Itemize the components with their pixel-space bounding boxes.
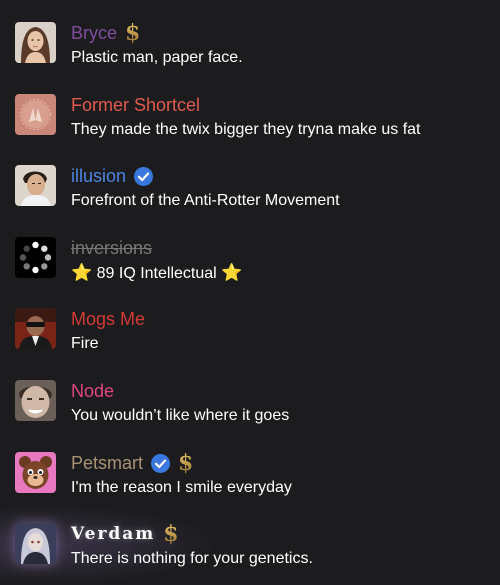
user-bio: Plastic man, paper face. — [71, 49, 243, 66]
avatar[interactable] — [15, 22, 56, 63]
verified-check-icon — [134, 166, 154, 186]
avatar[interactable] — [15, 237, 56, 278]
user-bio-text: 89 IQ Intellectual — [96, 265, 217, 282]
user-name[interactable]: Former Shortcel — [71, 93, 200, 117]
user-row-node[interactable]: Node You wouldn’t like where it goes — [0, 380, 500, 452]
name-line: inversions — [71, 235, 152, 261]
user-bio: ⭐ 89 IQ Intellectual ⭐ — [71, 263, 242, 284]
user-bio: Forefront of the Anti-Rotter Movement — [71, 192, 340, 209]
user-row-petsmart[interactable]: Petsmart $ I'm the reason I smile everyd… — [0, 450, 500, 524]
user-row-illusion[interactable]: illusion Forefront of the Anti-Rotter Mo… — [0, 165, 500, 237]
user-name[interactable]: illusion — [71, 164, 126, 188]
name-line: Verdam $ — [71, 521, 179, 547]
avatar[interactable] — [15, 165, 56, 206]
name-line: illusion — [71, 163, 154, 189]
avatar[interactable] — [15, 523, 56, 564]
name-line: Petsmart $ — [71, 450, 193, 476]
user-name[interactable]: Petsmart — [71, 451, 143, 475]
user-row-mogs-me[interactable]: Mogs Me Fire — [0, 308, 500, 380]
user-bio: You wouldn’t like where it goes — [71, 407, 290, 424]
name-line: Bryce $ — [71, 20, 140, 46]
verified-check-icon — [151, 453, 171, 473]
name-line: Former Shortcel — [71, 92, 200, 118]
dollar-sign-icon: $ — [178, 450, 194, 476]
avatar[interactable] — [15, 308, 56, 349]
user-row-bryce[interactable]: Bryce $ Plastic man, paper face. — [0, 20, 500, 94]
user-name[interactable]: Mogs Me — [71, 307, 145, 331]
user-row-verdam[interactable]: Verdam $ There is nothing for your genet… — [0, 521, 500, 585]
star-icon: ⭐ — [221, 263, 243, 282]
dollar-sign-icon: $ — [125, 20, 141, 46]
user-bio: There is nothing for your genetics. — [71, 550, 313, 567]
user-name[interactable]: Verdam — [71, 522, 155, 546]
user-row-former-shortcel[interactable]: Former Shortcel They made the twix bigge… — [0, 94, 500, 166]
avatar[interactable] — [15, 380, 56, 421]
name-line: Mogs Me — [71, 306, 145, 332]
user-list: Bryce $ Plastic man, paper face. Former … — [0, 0, 500, 585]
avatar[interactable] — [15, 94, 56, 135]
star-icon: ⭐ — [71, 263, 93, 282]
user-name[interactable]: Node — [71, 379, 114, 403]
dollar-sign-icon: $ — [163, 521, 179, 547]
user-bio: I'm the reason I smile everyday — [71, 479, 292, 496]
user-name[interactable]: Bryce — [71, 21, 117, 45]
user-row-inversions[interactable]: inversions ⭐ 89 IQ Intellectual ⭐ — [0, 237, 500, 309]
user-name[interactable]: inversions — [71, 236, 152, 260]
user-bio: Fire — [71, 335, 99, 352]
avatar[interactable] — [15, 452, 56, 493]
name-line: Node — [71, 378, 114, 404]
user-bio: They made the twix bigger they tryna mak… — [71, 121, 421, 138]
